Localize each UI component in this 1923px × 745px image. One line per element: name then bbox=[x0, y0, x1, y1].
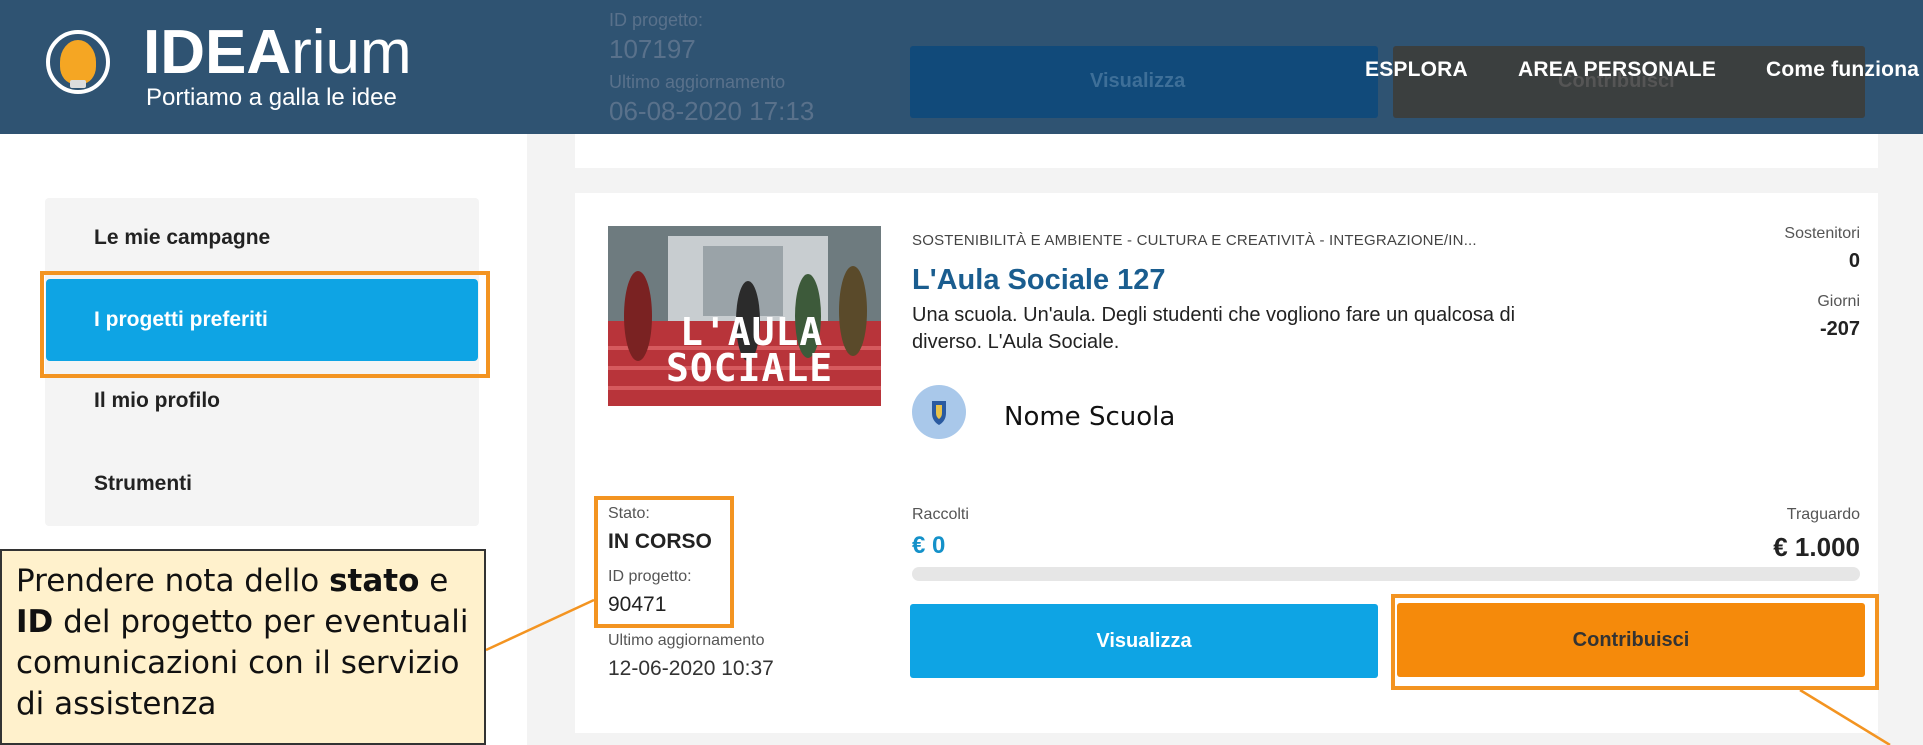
callout-bold-id: ID bbox=[16, 604, 54, 640]
callout-text-2: e bbox=[419, 563, 449, 599]
callout-bold-stato: stato bbox=[329, 563, 420, 599]
callout-note: Prendere nota dello stato e ID del proge… bbox=[0, 549, 486, 745]
callout-text-1: Prendere nota dello bbox=[16, 563, 330, 599]
callout-text-3: del progetto per eventuali comunicazioni… bbox=[16, 604, 469, 722]
